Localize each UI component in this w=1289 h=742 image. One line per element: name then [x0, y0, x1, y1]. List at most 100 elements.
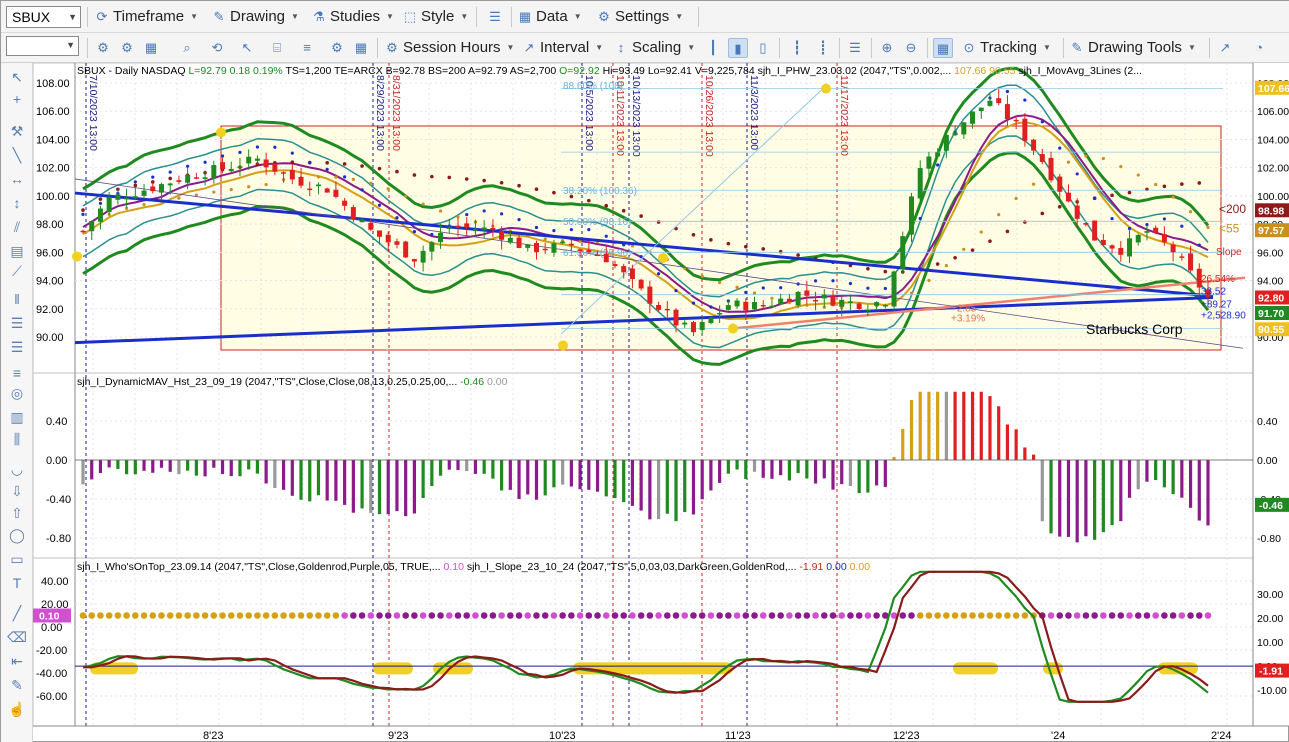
histogram-bar	[316, 460, 321, 496]
chevron-down-icon[interactable]: ▼	[68, 7, 77, 27]
link-settings-icon[interactable]: ⚙	[117, 38, 137, 58]
change-pct-annotation: +3.19%	[951, 313, 985, 324]
arc-icon[interactable]: ◡	[7, 459, 27, 479]
who-on-top-dot	[227, 612, 235, 619]
who-on-top-dot	[419, 612, 427, 619]
table-icon[interactable]: ▦	[351, 38, 371, 58]
candle-body	[1161, 234, 1167, 243]
hist-tick-left: -0.80	[46, 533, 71, 545]
chart-area[interactable]: 7/10/2023 13:00 8/29/2023 13:00 8/31/2023 …	[33, 63, 1289, 742]
session-hours-button[interactable]: ⚙ Session Hours ▼	[384, 36, 514, 60]
vertical-lines-icon[interactable]: ‖	[7, 289, 27, 309]
gann-icon[interactable]: ⫼	[7, 429, 27, 449]
style-button[interactable]: ⬚ Style ▼	[402, 5, 468, 29]
histogram-bar	[116, 460, 120, 469]
zoom-out-icon[interactable]: ⊖	[901, 38, 921, 58]
candle-body	[499, 230, 505, 240]
who-on-top-dot	[332, 612, 340, 619]
menu-icon[interactable]: ≡	[7, 363, 27, 383]
who-on-top-dot	[480, 612, 488, 619]
channel-icon[interactable]: ⫽	[7, 217, 27, 237]
candle-body	[368, 222, 374, 230]
arrow-cursor-icon[interactable]: ↖	[7, 67, 27, 87]
candle-body	[1144, 231, 1150, 233]
histogram-bar	[848, 460, 853, 487]
layout-icon[interactable]: ☰	[485, 7, 505, 27]
gauge-icon[interactable]: ◔	[1249, 38, 1269, 58]
settings-button[interactable]: ⚙ Settings ▼	[596, 5, 683, 29]
bar-chart-icon[interactable]: ┃	[703, 38, 723, 58]
psar-dot	[761, 286, 765, 290]
shrink-bars-icon[interactable]: ┇	[787, 38, 807, 58]
symbol-input[interactable]: SBUX ▼	[6, 6, 81, 28]
trend-icon[interactable]: ↗	[1215, 38, 1235, 58]
data-window-icon[interactable]: ⌸	[267, 38, 287, 58]
psar-dot	[1162, 217, 1166, 221]
properties-icon[interactable]: ⚙	[327, 38, 347, 58]
histogram-bar	[1005, 424, 1010, 460]
data-button[interactable]: ▦ Data ▼	[517, 5, 582, 29]
who-on-top-dot	[1004, 612, 1011, 619]
timeframe-button[interactable]: ⟳ Timeframe ▼	[94, 5, 199, 29]
candlestick-icon[interactable]: ▮	[728, 38, 748, 58]
drawing-tools-button[interactable]: ✎ Drawing Tools ▼	[1069, 36, 1196, 60]
who-on-top-dot	[611, 612, 619, 619]
grid-toggle-icon[interactable]: ▦	[933, 38, 953, 58]
drawing-button[interactable]: ✎ Drawing ▼	[211, 5, 299, 29]
link-icon[interactable]: ⚙	[93, 38, 113, 58]
window-split-icon[interactable]: ☰	[845, 38, 865, 58]
crosshair-icon[interactable]: +	[7, 89, 27, 109]
ma55-dot	[1084, 154, 1088, 158]
fib-icon[interactable]: ☰	[7, 313, 27, 333]
pattern-icon[interactable]: ▥	[7, 407, 27, 427]
ma55-dot	[1136, 173, 1140, 177]
text-tool-icon[interactable]: T	[7, 573, 27, 593]
rectangle-icon[interactable]: ▭	[7, 549, 27, 569]
cursor-icon[interactable]: ↖	[237, 38, 257, 58]
down-arrow-icon[interactable]: ⇩	[7, 481, 27, 501]
price-tick-left: 104.00	[36, 134, 70, 146]
up-arrow-icon[interactable]: ⇧	[7, 503, 27, 523]
fib-retrace-icon[interactable]: ☰	[7, 337, 27, 357]
trendline-icon[interactable]: ⟋	[7, 261, 27, 281]
scaling-button[interactable]: ↕ Scaling ▼	[613, 36, 695, 60]
chart-type-select[interactable]: ▼	[6, 36, 79, 56]
candle-body	[647, 286, 653, 304]
hist-tick-right: -0.80	[1257, 533, 1281, 545]
candle-body	[577, 249, 583, 251]
interval-button[interactable]: ↗ Interval ▼	[521, 36, 604, 60]
toolbar-separator	[1063, 38, 1064, 58]
candle-body	[717, 312, 723, 315]
who-on-top-dot	[193, 612, 200, 619]
collapse-icon[interactable]: ⇤	[7, 651, 27, 671]
who-on-top-dot	[437, 612, 444, 619]
studies-button[interactable]: ⚗ Studies ▼	[311, 5, 394, 29]
eraser-icon[interactable]: ⌫	[7, 627, 27, 647]
who-on-top-dot	[977, 612, 985, 619]
who-on-top-dot	[934, 612, 941, 619]
slash-icon[interactable]: ╱	[7, 603, 27, 623]
histogram-bar	[604, 460, 608, 497]
hand-icon[interactable]: ☝	[7, 699, 27, 719]
zoom-data-icon[interactable]: ⌕	[177, 38, 197, 58]
hollow-candle-icon[interactable]: ▯	[753, 38, 773, 58]
ellipse-icon[interactable]: ◯	[7, 525, 27, 545]
ruler-icon[interactable]: ▤	[7, 241, 27, 261]
wrench-icon[interactable]: ⚒	[7, 121, 27, 141]
horizontal-arrows-icon[interactable]: ↔	[7, 169, 27, 189]
who-on-top-dot	[951, 612, 959, 619]
refresh-icon[interactable]: ⟲	[207, 38, 227, 58]
chart-lines-icon[interactable]: ≡	[297, 38, 317, 58]
ma200-dot	[464, 177, 469, 181]
psar-dot	[534, 225, 539, 230]
spiral-icon[interactable]: ◎	[7, 383, 27, 403]
tracking-button[interactable]: ⊙ Tracking ▼	[961, 36, 1051, 60]
line-tool-icon[interactable]: ╲	[7, 145, 27, 165]
expand-bars-icon[interactable]: ┋	[813, 38, 833, 58]
histogram-bar	[857, 460, 861, 494]
vertical-arrows-icon[interactable]: ↕	[7, 193, 27, 213]
candle-body	[446, 227, 452, 229]
grid-view-icon[interactable]: ▦	[141, 38, 161, 58]
edit-icon[interactable]: ✎	[7, 675, 27, 695]
zoom-in-icon[interactable]: ⊕	[877, 38, 897, 58]
